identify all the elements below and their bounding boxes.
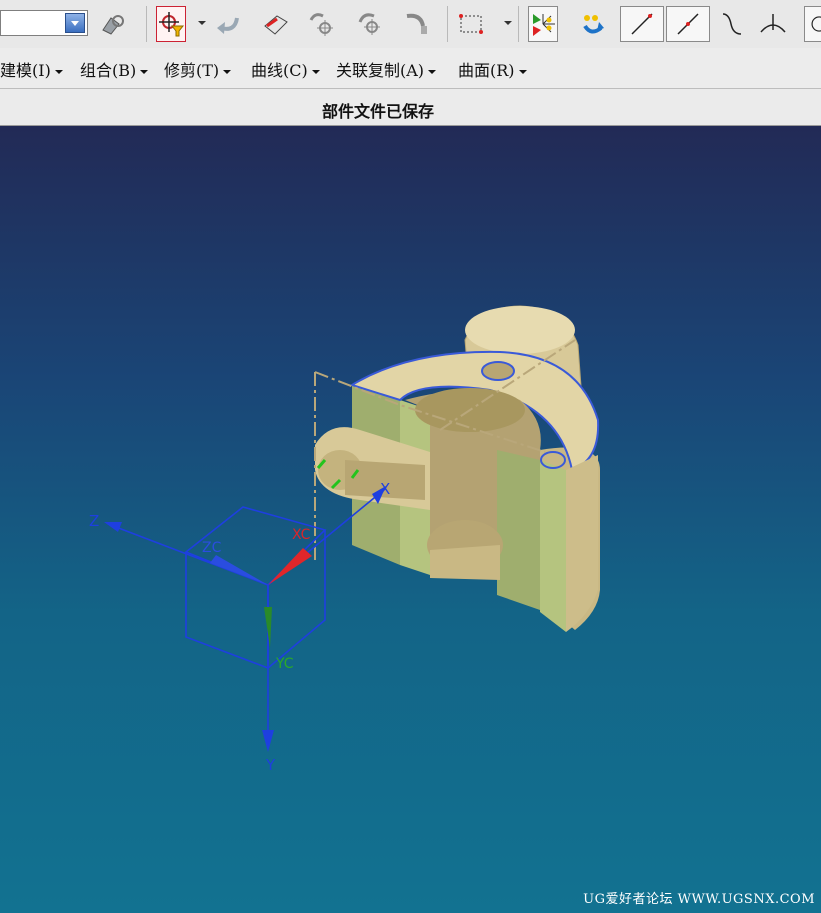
main-toolbar (0, 0, 821, 49)
combo-dropdown-icon[interactable] (65, 13, 85, 33)
z-axis-arrow-icon (104, 522, 122, 532)
status-message: 部件文件已保存 (322, 102, 435, 121)
chevron-down-icon (311, 69, 320, 74)
rectangle-select-icon[interactable] (456, 6, 486, 42)
selection-filter-combo[interactable] (0, 10, 88, 36)
part-model[interactable] (314, 305, 600, 632)
circle-icon[interactable] (804, 6, 821, 42)
snap-point-plus-icon[interactable] (355, 6, 385, 42)
chevron-down-icon (518, 69, 527, 74)
undo-icon[interactable] (212, 6, 242, 42)
node-select-icon[interactable] (528, 6, 558, 42)
menu-curve[interactable]: 曲线(C) (251, 57, 320, 81)
select-dropdown-icon[interactable] (504, 21, 512, 25)
x-axis-label: X (380, 480, 390, 498)
watermark: UG爱好者论坛 WWW.UGSNX.COM (583, 892, 815, 907)
model-view: Z Y X XC YC ZC (89, 305, 600, 774)
line-icon[interactable] (620, 6, 664, 42)
normal-icon[interactable] (758, 6, 788, 42)
node-rotate-icon[interactable] (576, 6, 606, 42)
filter-dropdown-icon[interactable] (198, 21, 206, 25)
chevron-down-icon (140, 69, 149, 74)
selection-filter-icon[interactable] (156, 6, 186, 42)
chevron-down-icon (54, 69, 63, 74)
yc-label: YC (275, 656, 294, 672)
wcs-triad[interactable]: Z Y X XC YC ZC (89, 480, 390, 774)
menu-trim[interactable]: 修剪(T) (164, 57, 232, 81)
zc-handle-icon[interactable] (210, 555, 268, 585)
snap-arc-icon[interactable] (402, 6, 432, 42)
xc-handle-icon[interactable] (268, 548, 312, 585)
y-axis-label: Y (265, 756, 276, 774)
eraser-icon[interactable] (260, 6, 290, 42)
y-axis-arrow-icon (262, 730, 274, 752)
xc-label: XC (292, 527, 311, 543)
zc-label: ZC (202, 540, 222, 556)
menu-modeling[interactable]: 建模(I) (0, 57, 63, 81)
graphics-viewport[interactable]: Z Y X XC YC ZC UG爱好者论坛 WWW.UGSNX.COM (0, 126, 821, 913)
assembly-icon[interactable] (98, 6, 128, 42)
line-point-icon[interactable] (666, 6, 710, 42)
menu-bar: 建模(I) 组合(B) 修剪(T) 曲线(C) 关联复制(A) 曲面(R) (0, 48, 821, 88)
menu-surface[interactable]: 曲面(R) (458, 57, 527, 81)
menu-associative-copy[interactable]: 关联复制(A) (336, 57, 437, 81)
chevron-down-icon (428, 69, 437, 74)
status-bar: 部件文件已保存 (0, 88, 821, 126)
z-axis-label: Z (89, 512, 99, 530)
snap-point-icon[interactable] (306, 6, 336, 42)
chevron-down-icon (223, 69, 232, 74)
menu-combine[interactable]: 组合(B) (80, 57, 149, 81)
curve-icon[interactable] (716, 6, 746, 42)
